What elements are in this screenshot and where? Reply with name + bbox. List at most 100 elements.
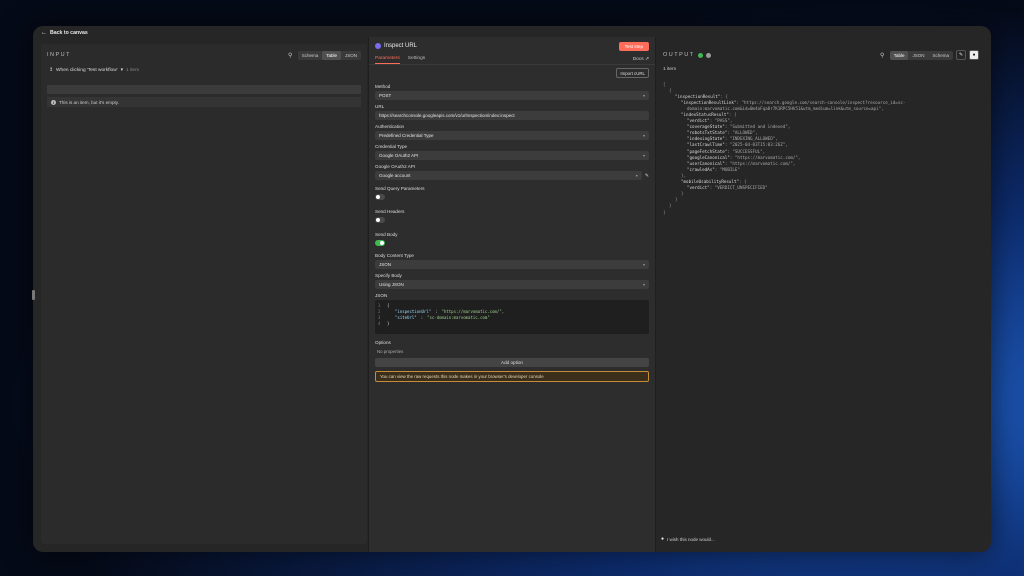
- node-tabs: Parameters Settings Docs ⇗: [369, 55, 655, 65]
- docs-link[interactable]: Docs ⇗: [633, 57, 649, 62]
- json-line: ]: [663, 209, 979, 215]
- tab-table[interactable]: Table: [889, 50, 909, 60]
- json-output-viewer[interactable]: [{"inspectionResult": {"inspectionResult…: [657, 72, 985, 215]
- back-label: Back to canvas: [50, 30, 88, 36]
- output-title: OUTPUT: [663, 52, 695, 58]
- json-punctuation: }: [675, 197, 678, 203]
- tab-json[interactable]: JSON: [908, 51, 928, 60]
- chevron-down-icon: ▾: [642, 93, 645, 98]
- json-value: : "SUCCESSFUL",: [727, 148, 766, 154]
- info-icon: [705, 52, 711, 58]
- tab-parameters[interactable]: Parameters: [375, 56, 400, 64]
- line-number: 3: [378, 314, 381, 320]
- line-number: 4: [378, 320, 381, 326]
- pencil-icon[interactable]: ✎: [956, 50, 966, 60]
- output-view-toggle: Table JSON Schema: [889, 50, 953, 60]
- json-body-editor[interactable]: 1 { 2 "inspectionUrl": "https://marvomat…: [375, 300, 649, 334]
- tab-schema[interactable]: Schema: [928, 51, 953, 60]
- trigger-label: When clicking 'Test workflow': [56, 68, 118, 73]
- json-key: "googleCanonical": [687, 154, 730, 160]
- send-headers-label: Send Headers: [375, 209, 405, 214]
- json-punctuation: }: [669, 203, 672, 209]
- line-number: 1: [378, 302, 381, 308]
- json-punctuation: : {: [720, 93, 728, 99]
- authentication-label: Authentication: [375, 124, 405, 129]
- body-content-type-value: JSON: [379, 262, 392, 267]
- node-title[interactable]: Inspect URL: [384, 43, 417, 49]
- chevron-down-icon: ▾: [120, 68, 123, 73]
- body-content-type-select[interactable]: JSON ▾: [375, 260, 649, 269]
- send-query-toggle[interactable]: [375, 194, 385, 200]
- send-body-label: Send Body: [375, 232, 398, 237]
- tab-settings[interactable]: Settings: [408, 56, 425, 63]
- code-value: "https://marvomatic.com/",: [441, 308, 505, 314]
- method-value: POST: [379, 93, 392, 98]
- json-value: : "PASS",: [709, 118, 733, 124]
- specify-body-value: Using JSON: [379, 282, 404, 287]
- json-key: "pageFetchState": [687, 148, 728, 154]
- json-key: "indexingState": [687, 136, 725, 142]
- json-punctuation: : {: [728, 112, 737, 118]
- url-input[interactable]: https://searchconsole.googleapis.com/v1/…: [375, 111, 649, 120]
- chevron-down-icon: ▾: [642, 262, 645, 267]
- json-key: "verdict": [687, 118, 710, 124]
- oauth-credential-label: Google OAuth2 API: [375, 164, 416, 169]
- body-content-type-label: Body Content Type: [375, 253, 414, 258]
- oauth-credential-select[interactable]: Google account ▾: [375, 171, 642, 180]
- tab-schema[interactable]: Schema: [298, 51, 323, 60]
- specify-body-select[interactable]: Using JSON ▾: [375, 280, 649, 289]
- tab-table[interactable]: Table: [322, 50, 341, 60]
- ndv-window: ← Back to canvas INPUT ⚲ Schema Table JS…: [33, 26, 991, 552]
- send-body-toggle[interactable]: [375, 240, 385, 246]
- json-value: : "https://marvomatic.com/",: [724, 160, 796, 166]
- empty-item-notice: i This is an item, but it's empty.: [47, 97, 361, 107]
- lightbulb-icon: ●: [661, 536, 665, 542]
- json-key: "inspectionResult": [675, 93, 721, 99]
- code-text: }: [387, 320, 390, 326]
- empty-message: This is an item, but it's empty.: [59, 99, 120, 105]
- test-step-button[interactable]: Test step: [618, 41, 649, 51]
- json-key: "coverageState": [687, 124, 725, 130]
- json-value: domain:marvomatic.com&id=0m4oFqa8r7K1RPC…: [687, 105, 884, 111]
- output-panel: OUTPUT ⚲ Table JSON Schema ✎ ● 1 item [{…: [657, 44, 985, 544]
- oauth-credential-value: Google account: [379, 173, 411, 178]
- import-curl-button[interactable]: Import cURL: [616, 68, 649, 78]
- back-arrow-icon: ←: [41, 30, 47, 36]
- method-select[interactable]: POST ▾: [375, 91, 649, 100]
- code-value: "sc-domain:marvomatic.com": [427, 314, 490, 320]
- input-source-selector[interactable]: ↥ When clicking 'Test workflow' ▾ 1 item: [41, 66, 367, 75]
- json-value: : "INDEXING_ALLOWED",: [724, 136, 778, 142]
- add-option-button[interactable]: Add option: [375, 358, 649, 367]
- chevron-down-icon: ▾: [642, 153, 645, 158]
- search-icon[interactable]: ⚲: [878, 51, 887, 60]
- json-value: : "ALLOWED",: [727, 130, 758, 136]
- line-number: 2: [378, 308, 381, 314]
- feedback-prompt[interactable]: ● I wish this node would...: [661, 536, 715, 542]
- tab-json[interactable]: JSON: [341, 51, 361, 60]
- pencil-icon[interactable]: ✎: [645, 173, 649, 179]
- authentication-select[interactable]: Predefined Credential Type ▾: [375, 131, 649, 140]
- success-status-icon: [697, 52, 703, 58]
- panel-resize-handle[interactable]: [32, 290, 35, 300]
- input-view-toggle: Schema Table JSON: [297, 50, 361, 60]
- json-key: "lastCrawlTime": [687, 142, 725, 148]
- send-headers-toggle[interactable]: [375, 217, 385, 223]
- input-title: INPUT: [47, 52, 71, 58]
- info-icon: i: [51, 99, 56, 105]
- json-key: "crawledAs": [687, 166, 715, 172]
- cursor-icon: ↥: [49, 68, 54, 73]
- send-query-label: Send Query Parameters: [375, 186, 425, 191]
- table-header: [47, 85, 361, 94]
- input-panel-header: INPUT ⚲ Schema Table JSON: [41, 44, 367, 66]
- credential-type-select[interactable]: Google OAuth2 API ▾: [375, 151, 649, 160]
- pin-icon[interactable]: ●: [969, 50, 979, 60]
- trigger-item-count: 1 item: [126, 68, 140, 73]
- back-to-canvas-button[interactable]: ← Back to canvas: [41, 30, 88, 36]
- json-value: : "MOBILE": [714, 166, 740, 172]
- search-icon[interactable]: ⚲: [286, 51, 295, 60]
- code-line: 4 }: [378, 320, 646, 326]
- node-parameters-panel: Inspect URL Test step Parameters Setting…: [368, 37, 656, 552]
- json-value: : "Submitted and indexed",: [724, 124, 791, 130]
- authentication-value: Predefined Credential Type: [379, 133, 434, 138]
- json-punctuation: : {: [739, 179, 747, 185]
